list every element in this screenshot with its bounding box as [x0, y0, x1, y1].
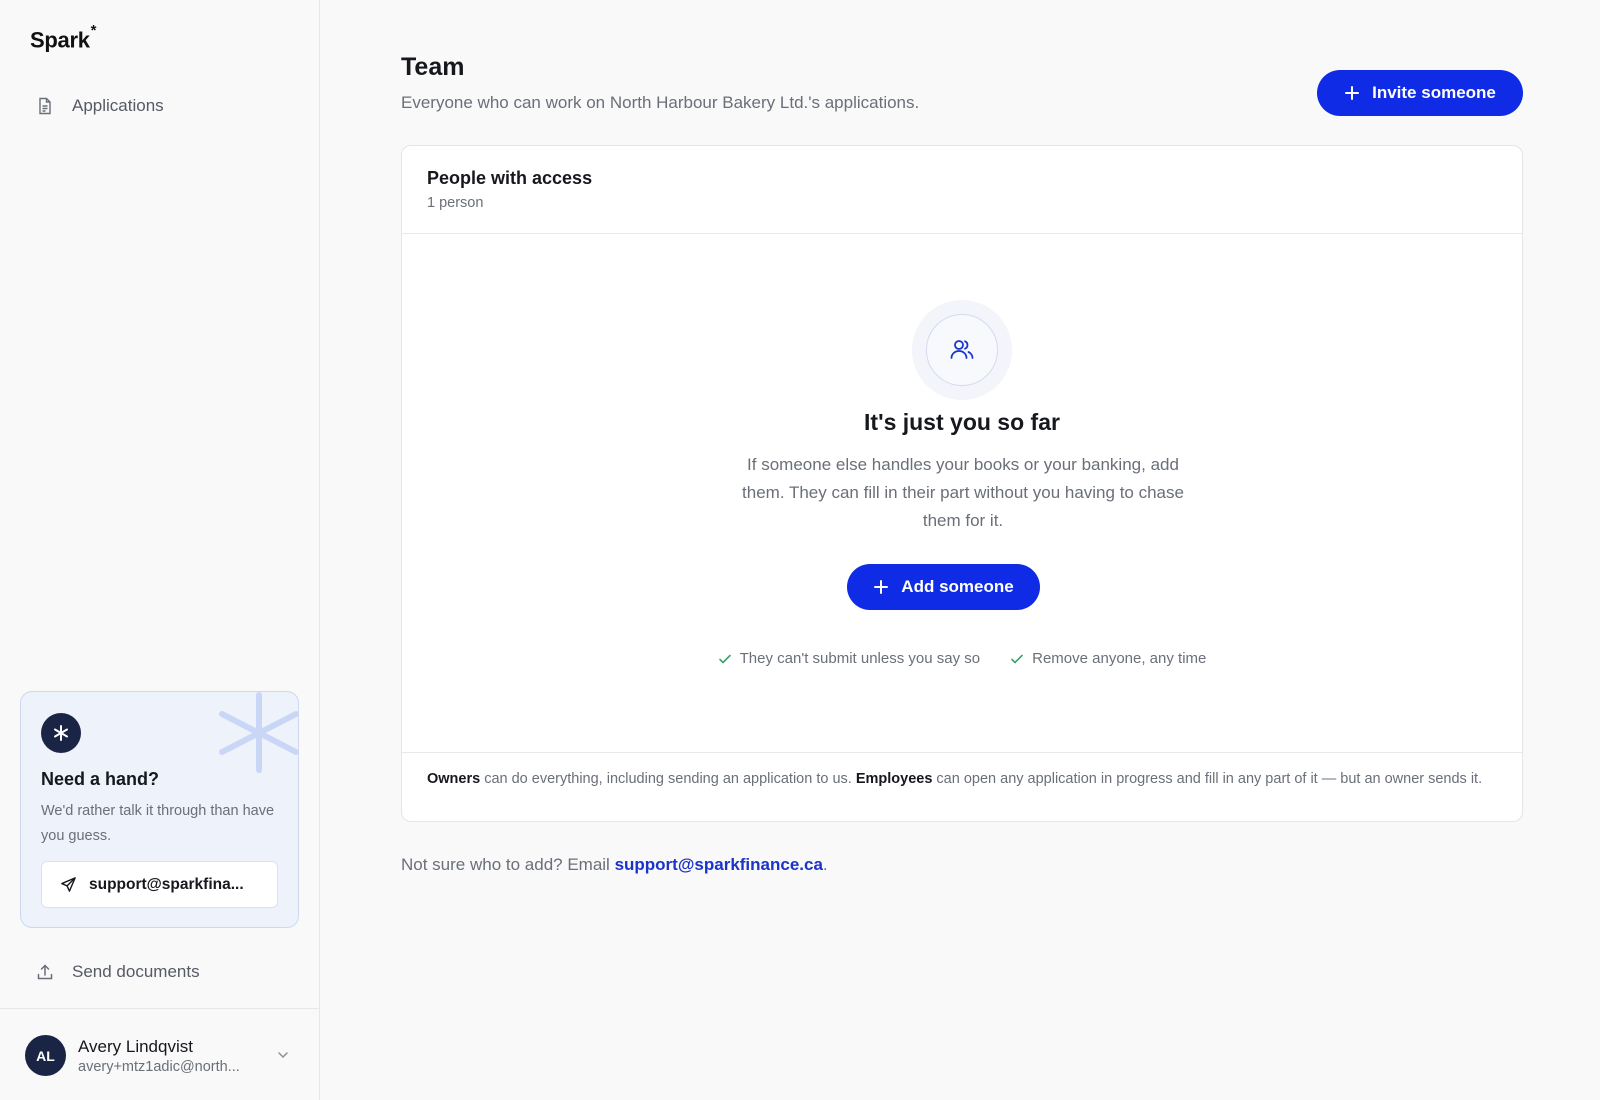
empty-state-text: If someone else handles your books or yo… — [742, 455, 1184, 530]
users-icon — [926, 314, 998, 386]
help-title: Need a hand? — [41, 769, 160, 789]
sidebar: Spark* Applications Need a hand? We'd ra… — [0, 0, 320, 1100]
brand-name: Spark — [30, 27, 90, 53]
send-icon — [61, 877, 76, 892]
card-title: People with access — [427, 168, 593, 188]
list-item: Remove anyone, any time — [1010, 650, 1206, 667]
support-email-button[interactable]: support@sparkfina... — [41, 861, 278, 908]
asterisk-decoration-icon — [219, 692, 298, 773]
card-header: People with access 1 person — [402, 146, 1522, 234]
invite-someone-button[interactable]: Invite someone — [1317, 70, 1523, 116]
people-count: 1 person — [427, 195, 484, 211]
invite-label: Invite someone — [1372, 83, 1496, 102]
roles-explainer: Owners can do everything, including send… — [402, 752, 1522, 823]
document-icon — [39, 97, 51, 115]
support-note-suffix: . — [822, 855, 828, 874]
help-text: We'd rather talk it through than have yo… — [41, 803, 275, 844]
empty-state-title: It's just you so far — [864, 409, 1060, 435]
plus-icon — [1345, 86, 1360, 100]
check-icon — [1011, 654, 1023, 663]
empty-state-icon-wrap — [912, 300, 1012, 400]
check-label: Remove anyone, any time — [1032, 650, 1207, 667]
page-subtitle: Everyone who can work on North Harbour B… — [401, 93, 920, 112]
check-label: They can't submit unless you say so — [739, 650, 981, 667]
sidebar-item-send-documents[interactable]: Send documents — [36, 962, 200, 982]
support-email-link[interactable]: support@sparkfinance.ca — [615, 855, 823, 874]
upload-icon — [37, 964, 53, 980]
add-label: Add someone — [901, 577, 1014, 596]
support-email-label: support@sparkfina... — [89, 875, 244, 893]
employees-text: can open any application in progress and… — [932, 771, 1483, 787]
brand-logo[interactable]: Spark* — [30, 22, 96, 53]
employees-label: Employees — [855, 771, 933, 787]
avatar: AL — [25, 1035, 66, 1076]
user-menu[interactable]: AL Avery Lindqvist avery+mtz1adic@north.… — [0, 1008, 319, 1100]
sidebar-item-applications[interactable]: Applications — [36, 96, 164, 116]
add-someone-button[interactable]: Add someone — [847, 564, 1040, 610]
help-card: Need a hand? We'd rather talk it through… — [20, 691, 299, 928]
support-note-prefix: Not sure who to add? Email — [401, 855, 615, 874]
sidebar-item-label: Applications — [72, 96, 164, 115]
people-card: People with access 1 person It's just yo… — [401, 145, 1523, 822]
list-item: They can't submit unless you say so — [718, 650, 980, 667]
owners-text: can do everything, including sending an … — [480, 771, 856, 787]
asterisk-icon — [41, 713, 81, 753]
brand-mark: * — [90, 22, 97, 39]
page-title: Team — [401, 53, 465, 81]
main-content: Team Everyone who can work on North Harb… — [320, 0, 1600, 1100]
sidebar-item-label: Send documents — [72, 962, 200, 981]
plus-icon — [874, 580, 889, 594]
chevron-down-icon[interactable] — [275, 1047, 291, 1063]
user-name: Avery Lindqvist — [78, 1037, 193, 1056]
support-note: Not sure who to add? Email support@spark… — [401, 855, 828, 875]
owners-label: Owners — [427, 771, 481, 787]
assurance-list: They can't submit unless you say so Remo… — [402, 650, 1522, 667]
user-email: avery+mtz1adic@north... — [78, 1059, 240, 1075]
check-icon — [718, 654, 731, 663]
